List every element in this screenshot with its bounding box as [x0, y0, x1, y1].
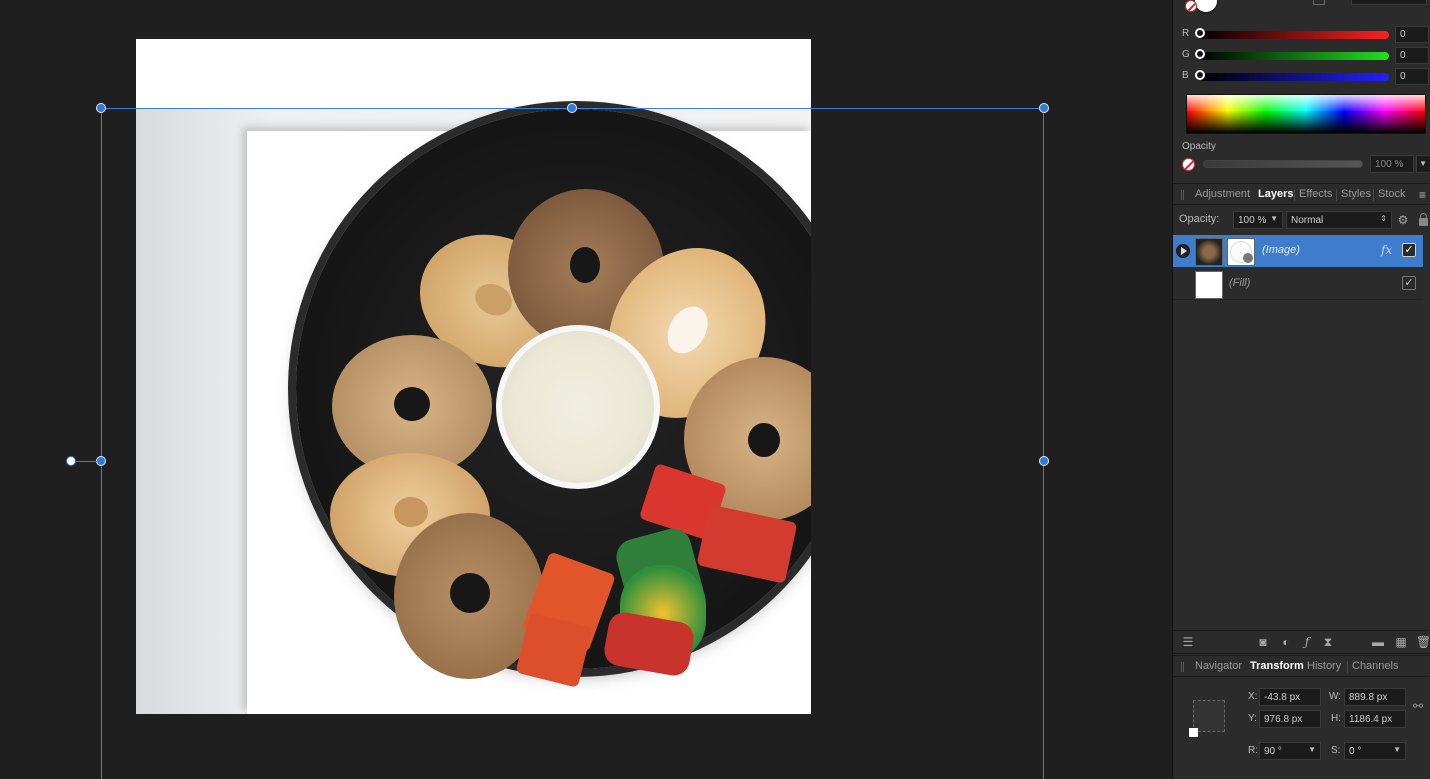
opacity-dropdown[interactable]: ▼	[1416, 155, 1430, 173]
tab-transform[interactable]: Transform	[1250, 660, 1304, 672]
chevron-down-icon: ▼	[1393, 745, 1401, 754]
channel-row-r: R 0	[1173, 26, 1430, 44]
opacity-input[interactable]: 100 %	[1370, 155, 1414, 173]
drag-grip-icon[interactable]	[1181, 190, 1184, 200]
workspace[interactable]	[0, 0, 1172, 779]
channel-slider-b[interactable]	[1199, 73, 1389, 81]
resize-handle-top-left[interactable]	[96, 103, 106, 113]
layer-name: (Image)	[1262, 244, 1300, 256]
live-filter-icon[interactable]: ⧗	[1321, 635, 1335, 649]
tab-layers[interactable]: Layers	[1258, 188, 1293, 200]
transform-r-value: 90 °	[1264, 746, 1282, 757]
link-icon[interactable]: ⚯	[1413, 699, 1423, 713]
channel-value-input-b[interactable]: 0	[1395, 68, 1429, 85]
tab-styles[interactable]: Styles	[1341, 188, 1371, 200]
color-spectrum-picker[interactable]	[1186, 94, 1426, 134]
anchor-point-selector[interactable]	[1189, 696, 1229, 737]
resize-handle-middle-right[interactable]	[1039, 456, 1049, 466]
tab-separator	[1294, 189, 1295, 201]
channel-value-input-g[interactable]: 0	[1395, 47, 1429, 64]
opacity-slider[interactable]	[1203, 160, 1363, 168]
bottom-tab-bar: Navigator Transform History Channels	[1173, 655, 1430, 677]
blend-mode-value: Normal	[1291, 215, 1324, 226]
layers-stack-icon[interactable]: ☰	[1181, 635, 1195, 649]
fx-icon[interactable]: fx	[1381, 243, 1392, 257]
transform-y-input[interactable]: 976.8 px	[1259, 710, 1321, 728]
visibility-checkbox[interactable]: ✓	[1402, 276, 1416, 290]
add-group-folder-icon[interactable]: ▬	[1371, 635, 1385, 649]
layer-opacity-value: 100 %	[1238, 215, 1267, 226]
tab-history[interactable]: History	[1307, 660, 1341, 672]
lock-icon[interactable]	[1419, 213, 1428, 226]
fx-icon[interactable]: ƒ	[1300, 635, 1314, 649]
channel-slider-r[interactable]	[1199, 31, 1389, 39]
panel-tab-bar: Adjustment Layers Effects Styles Stock ≡	[1173, 183, 1430, 205]
tab-navigator[interactable]: Navigator	[1195, 660, 1242, 672]
transform-w-label: W:	[1329, 691, 1342, 702]
color-mode-dropdown[interactable]	[1351, 0, 1427, 5]
tab-adjustment[interactable]: Adjustment	[1195, 188, 1250, 200]
transform-r-input[interactable]: 90 ° ▼	[1259, 742, 1321, 760]
channel-row-b: B 0	[1173, 68, 1430, 86]
transform-s-label: S:	[1331, 745, 1341, 756]
panel-menu-icon[interactable]: ≡	[1419, 188, 1426, 202]
layer-name: (Fill)	[1229, 277, 1251, 289]
add-pixel-layer-icon[interactable]: ▦	[1394, 635, 1408, 649]
rotation-handle[interactable]	[66, 456, 76, 466]
channel-slider-g[interactable]	[1199, 52, 1389, 60]
channel-label: R	[1182, 28, 1190, 39]
channel-label: G	[1182, 49, 1190, 60]
channel-row-g: G 0	[1173, 47, 1430, 65]
chevron-down-icon: ▼	[1270, 214, 1278, 223]
transform-h-label: H:	[1331, 713, 1341, 724]
tab-effects[interactable]: Effects	[1299, 188, 1332, 200]
layer-opacity-dropdown[interactable]: 100 % ▼	[1233, 211, 1283, 229]
transform-r-label: R:	[1248, 745, 1258, 756]
opacity-label: Opacity	[1182, 141, 1216, 152]
layer-thumbnail-image	[1195, 238, 1223, 266]
tab-separator	[1336, 189, 1337, 201]
studio-panel: R 0 G 0 B 0 Opacity 100 % ▼ Adjustment L…	[1172, 0, 1430, 779]
stepper-icon: ⇕	[1380, 214, 1387, 223]
channel-label: B	[1182, 70, 1189, 81]
channel-knob[interactable]	[1195, 70, 1205, 80]
adjustment-layer-icon[interactable]: ◐	[1279, 635, 1293, 649]
layers-toolbar: ☰ ◙ ◐ ƒ ⧗ ▬ ▦ 🗑	[1173, 630, 1430, 654]
channel-value-input-r[interactable]: 0	[1395, 26, 1429, 43]
layer-row-image[interactable]: (Image) fx ✓	[1173, 235, 1423, 267]
transform-s-value: 0 °	[1349, 746, 1362, 757]
chevron-down-icon: ▼	[1308, 745, 1316, 754]
resize-handle-top-center[interactable]	[567, 103, 577, 113]
no-color-icon[interactable]	[1182, 158, 1195, 171]
channel-knob[interactable]	[1195, 49, 1205, 59]
swatch-menu-icon[interactable]	[1313, 0, 1325, 5]
gear-icon[interactable]: ⚙	[1396, 213, 1410, 227]
tab-separator	[1347, 661, 1348, 673]
fill-stroke-swatch[interactable]	[1185, 0, 1219, 14]
mask-layer-icon[interactable]: ◙	[1256, 635, 1270, 649]
resize-handle-top-right[interactable]	[1039, 103, 1049, 113]
layer-row-fill[interactable]: (Fill) ✓	[1173, 268, 1423, 300]
selection-bounding-box[interactable]	[101, 108, 1044, 779]
visibility-checkbox[interactable]: ✓	[1402, 243, 1416, 257]
transform-h-input[interactable]: 1186.4 px	[1344, 710, 1406, 728]
transform-x-input[interactable]: -43.8 px	[1259, 688, 1321, 706]
transform-y-label: Y:	[1248, 713, 1257, 724]
transform-s-input[interactable]: 0 ° ▼	[1344, 742, 1406, 760]
trash-icon[interactable]: 🗑	[1416, 635, 1430, 649]
expand-arrow-icon[interactable]	[1176, 244, 1190, 258]
channel-knob[interactable]	[1195, 28, 1205, 38]
layer-opacity-label: Opacity:	[1179, 213, 1220, 225]
no-color-icon	[1185, 0, 1197, 12]
layer-mask-thumbnail[interactable]	[1227, 238, 1255, 266]
transform-x-label: X:	[1248, 691, 1258, 702]
blend-mode-dropdown[interactable]: Normal ⇕	[1286, 211, 1392, 229]
drag-grip-icon[interactable]	[1181, 662, 1184, 672]
tab-channels[interactable]: Channels	[1352, 660, 1398, 672]
tab-separator	[1373, 189, 1374, 201]
transform-w-input[interactable]: 889.8 px	[1344, 688, 1406, 706]
chevron-down-icon: ▼	[1419, 159, 1427, 168]
tab-stock[interactable]: Stock	[1378, 188, 1406, 200]
layer-thumbnail-fill	[1195, 271, 1223, 299]
